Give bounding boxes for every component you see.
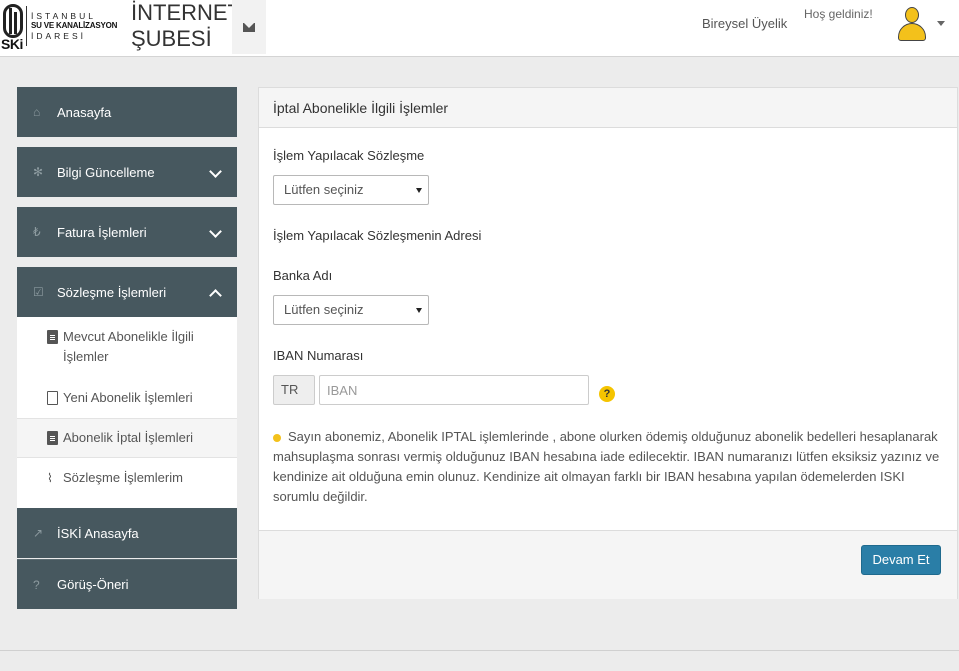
- iski-logo[interactable]: SKi İSTANBUL SU VE KANALİZASYON İDARESİ: [0, 0, 125, 56]
- user-menu-caret-icon[interactable]: [937, 21, 945, 26]
- sidebar-item-label: Bilgi Güncelleme: [57, 164, 155, 180]
- contract-select[interactable]: Lütfen seçiniz: [273, 175, 429, 205]
- continue-button[interactable]: Devam Et: [861, 545, 941, 575]
- brand-line-1: İNTERNET: [131, 0, 241, 25]
- question-circle-icon: ?: [33, 578, 40, 592]
- bank-select[interactable]: Lütfen seçiniz: [273, 295, 429, 325]
- sidebar-item-home[interactable]: ⌂ Anasayfa: [17, 87, 237, 137]
- sidebar-item-label: Sözleşme İşlemleri: [57, 284, 167, 300]
- dropdown-arrow-icon: [416, 308, 422, 313]
- sidebar-item-info-update[interactable]: ✻ Bilgi Güncelleme: [17, 147, 237, 197]
- iban-notice: Sayın abonemiz, Abonelik IPTAL işlemleri…: [273, 427, 943, 507]
- dropdown-arrow-icon: [416, 188, 422, 193]
- messages-button[interactable]: [232, 0, 266, 54]
- paperclip-icon: ⌇: [47, 471, 53, 485]
- submenu-item-my-contracts[interactable]: ⌇ Sözleşme İşlemlerim: [17, 468, 237, 488]
- sidebar-item-label: Görüş-Öneri: [57, 577, 129, 592]
- cancel-subscription-panel: İptal Abonelikle İlgili İşlemler İşlem Y…: [258, 87, 958, 599]
- logo-line-1: İSTANBUL: [31, 11, 96, 21]
- sidebar-item-label: Fatura İşlemleri: [57, 224, 147, 240]
- logo-divider: [26, 6, 27, 46]
- submenu-item-current-subscription[interactable]: Mevcut Abonelikle İlgili İşlemler: [17, 327, 237, 369]
- brand-line-2: ŞUBESİ: [131, 26, 212, 51]
- home-icon: ⌂: [33, 105, 41, 119]
- file-text-icon: [47, 431, 58, 445]
- submenu-item-new-subscription[interactable]: Yeni Abonelik İşlemleri: [17, 388, 237, 408]
- bank-select-value: Lütfen seçiniz: [284, 302, 364, 317]
- sidebar-item-contracts[interactable]: ☑ Sözleşme İşlemleri: [17, 267, 237, 317]
- file-outline-icon: [47, 391, 58, 405]
- membership-type[interactable]: Bireysel Üyelik: [702, 16, 787, 31]
- sidebar-item-label: İSKİ Anasayfa: [57, 525, 139, 541]
- question-icon[interactable]: ?: [599, 386, 615, 402]
- page-bottom-divider: [0, 650, 959, 651]
- chevron-up-icon: [209, 289, 222, 302]
- submenu-item-label: Mevcut Abonelikle İlgili İşlemler: [63, 329, 194, 364]
- top-header: SKi İSTANBUL SU VE KANALİZASYON İDARESİ …: [0, 0, 959, 57]
- file-icon: [47, 330, 58, 344]
- user-icon[interactable]: [896, 6, 928, 42]
- contract-address-label: İşlem Yapılacak Sözleşmenin Adresi: [273, 228, 482, 243]
- logo-line-2: SU VE KANALİZASYON: [31, 21, 118, 30]
- site-brand[interactable]: İNTERNET ŞUBESİ: [131, 0, 241, 52]
- logo-ski-text: SKi: [1, 36, 23, 52]
- panel-footer: Devam Et: [259, 530, 957, 599]
- iban-country-prefix: TR: [273, 375, 315, 405]
- submenu-item-label: Yeni Abonelik İşlemleri: [63, 390, 193, 405]
- contract-label: İşlem Yapılacak Sözleşme: [273, 148, 425, 163]
- contract-select-value: Lütfen seçiniz: [284, 182, 364, 197]
- submenu-item-label: Abonelik İptal İşlemleri: [63, 430, 194, 445]
- gear-icon: ✻: [33, 165, 44, 179]
- info-dot-icon: [273, 433, 281, 442]
- sidebar-item-label: Anasayfa: [57, 104, 112, 120]
- envelope-icon: [243, 22, 255, 32]
- bank-name-label: Banka Adı: [273, 268, 333, 283]
- sidebar-item-feedback[interactable]: ? Görüş-Öneri: [17, 559, 237, 609]
- iban-input[interactable]: [319, 375, 589, 405]
- panel-title: İptal Abonelikle İlgili İşlemler: [259, 88, 957, 128]
- sidebar-item-invoices[interactable]: ₺ Fatura İşlemleri: [17, 207, 237, 257]
- submenu-item-cancel-subscription[interactable]: Abonelik İptal İşlemleri: [17, 418, 237, 458]
- welcome-text: Hoş geldiniz!: [804, 7, 873, 21]
- chevron-down-icon: [209, 225, 222, 238]
- contracts-submenu: Mevcut Abonelikle İlgili İşlemler Yeni A…: [17, 317, 237, 508]
- logo-line-3: İDARESİ: [31, 31, 87, 41]
- external-link-icon: ↗: [33, 526, 44, 540]
- iban-label: IBAN Numarası: [273, 348, 364, 363]
- submenu-item-label: Sözleşme İşlemlerim: [63, 470, 183, 485]
- chevron-down-icon: [209, 165, 222, 178]
- lira-icon: ₺: [33, 225, 41, 239]
- iban-notice-text: Sayın abonemiz, Abonelik IPTAL işlemleri…: [273, 429, 940, 504]
- check-square-icon: ☑: [33, 285, 44, 299]
- sidebar-item-iski-home[interactable]: ↗ İSKİ Anasayfa: [17, 508, 237, 558]
